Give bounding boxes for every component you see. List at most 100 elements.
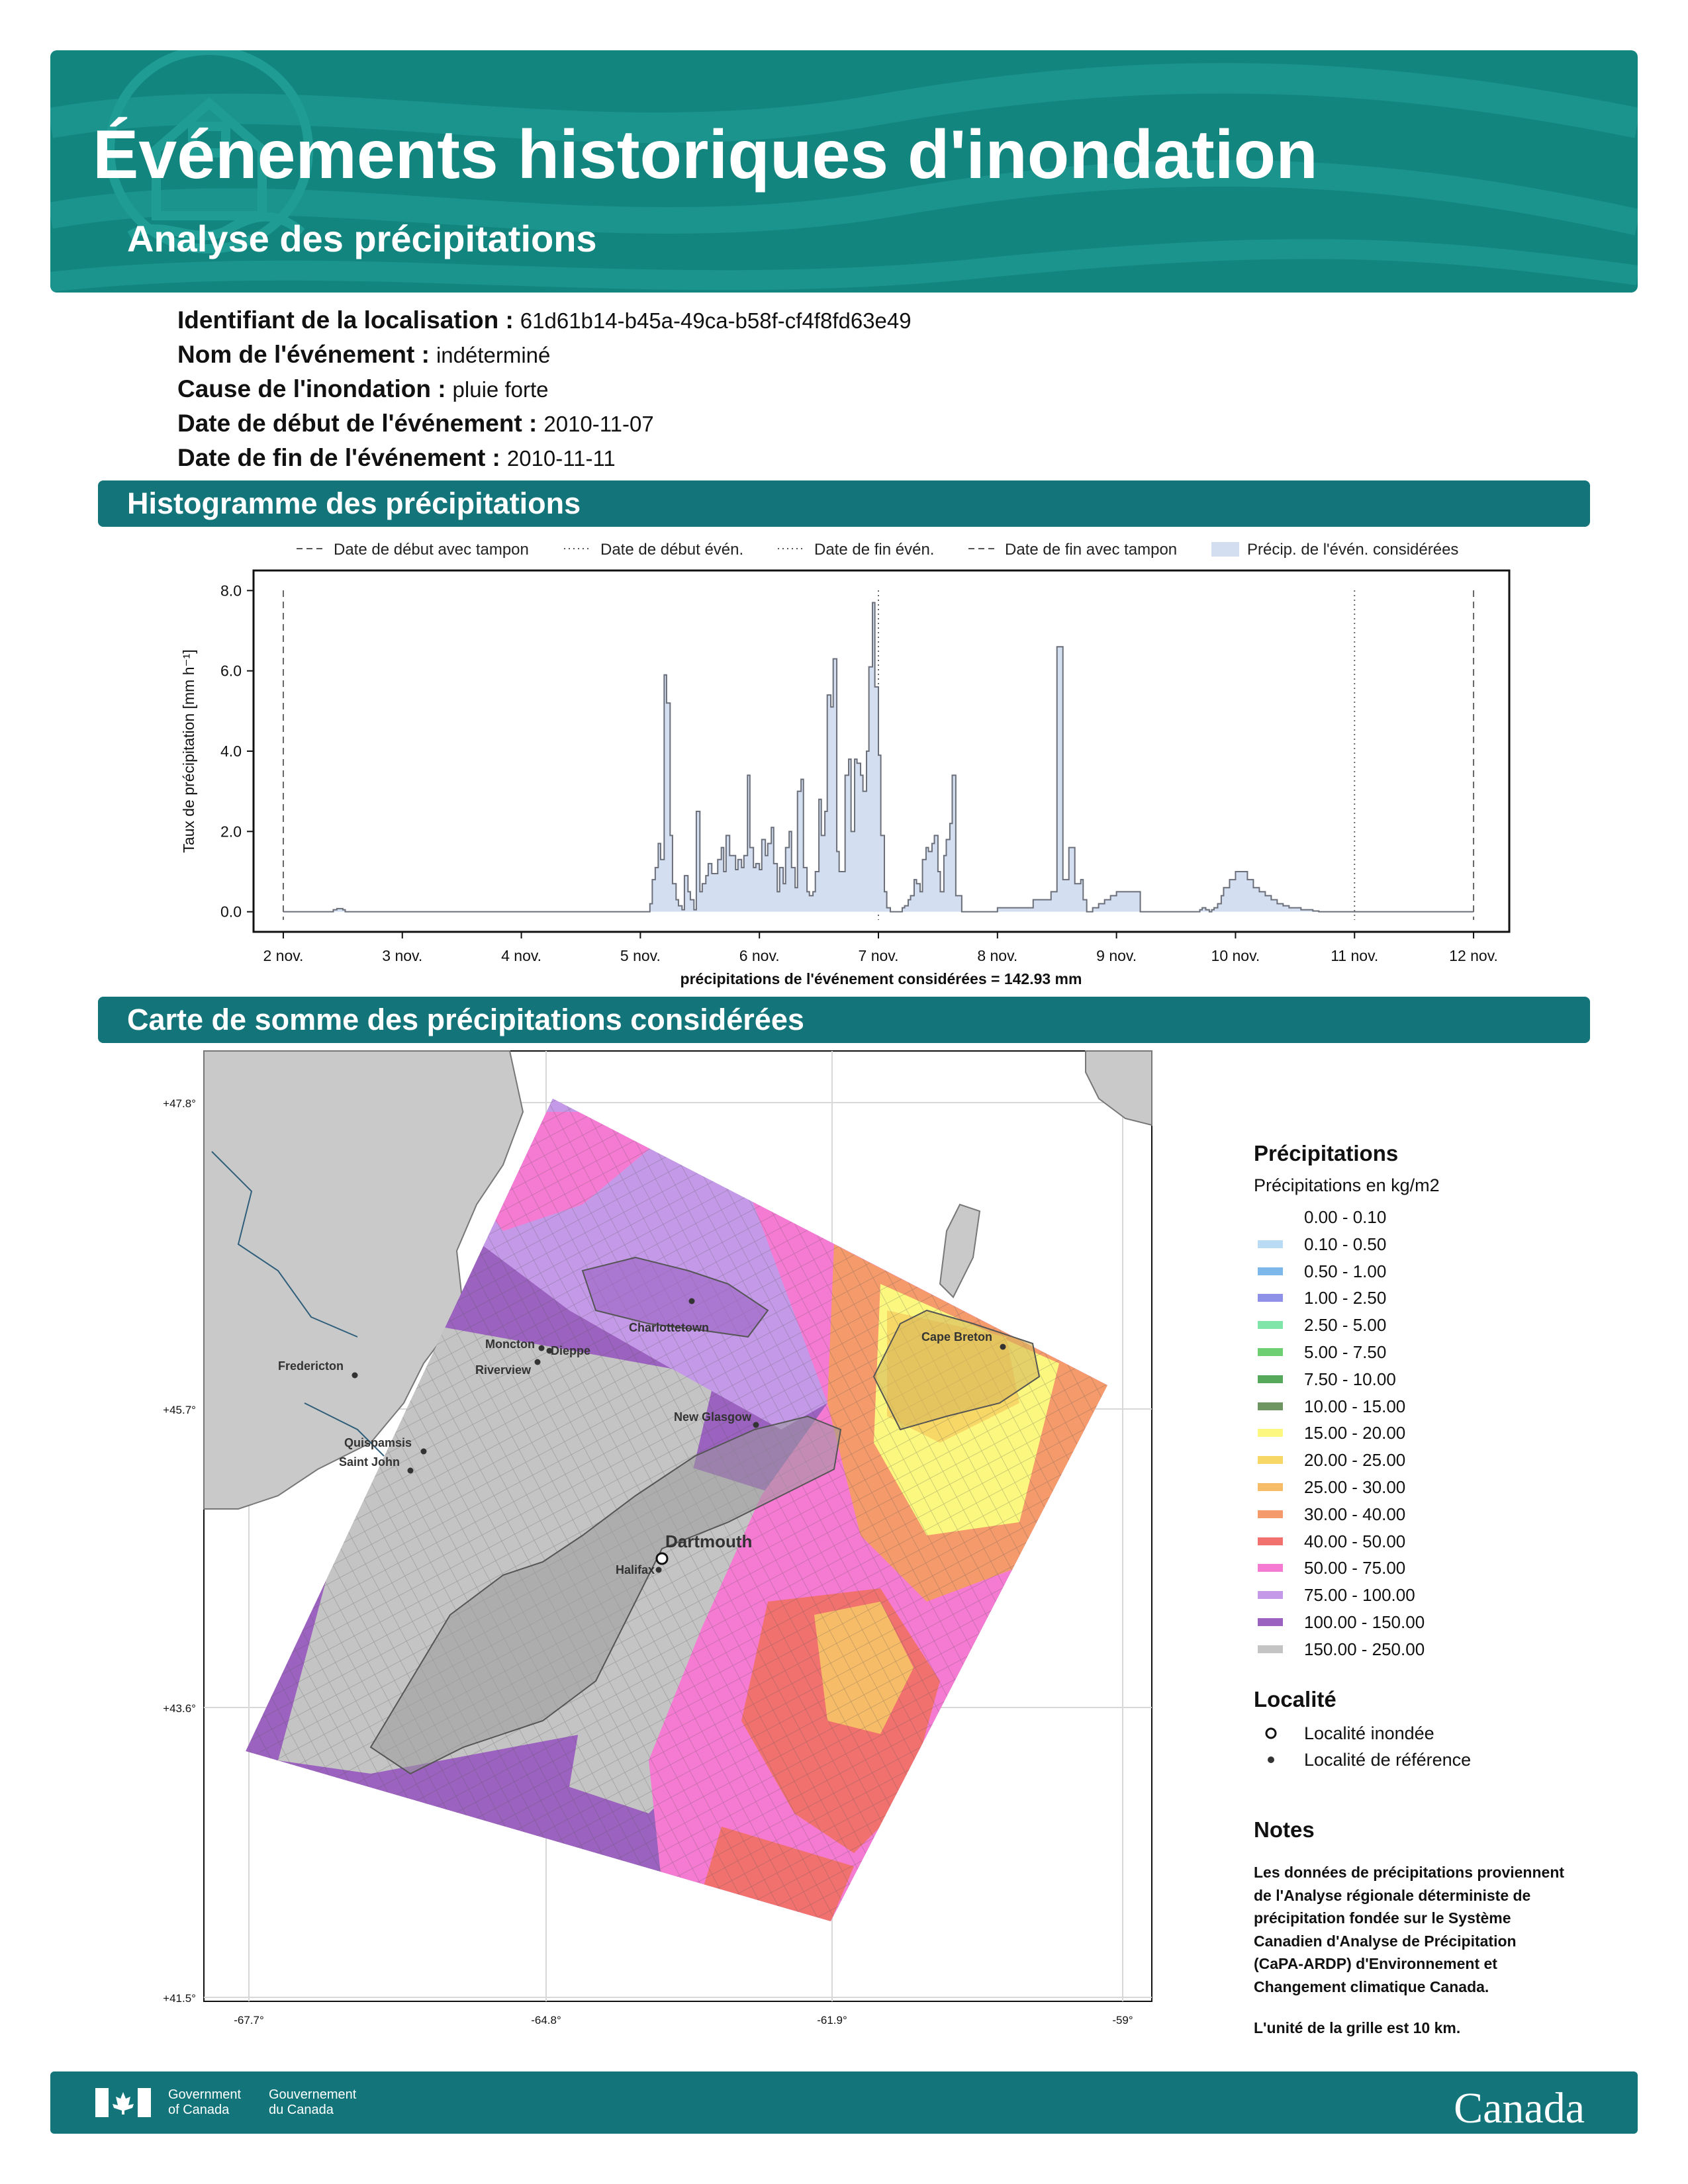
legend-swatch — [1258, 1482, 1283, 1491]
place-label: Cape Breton — [921, 1330, 992, 1343]
map-lat-label: +41.5° — [163, 1992, 196, 2005]
x-tick-label: 11 nov. — [1331, 947, 1378, 964]
x-axis-label: précipitations de l'événement considérée… — [680, 970, 1082, 987]
x-tick-label: 6 nov. — [739, 947, 780, 964]
place-label: New Glasgow — [674, 1410, 752, 1424]
map-lon-label: -64.8° — [531, 2014, 561, 2026]
legend-class-item: 5.00 - 7.50 — [1254, 1339, 1624, 1366]
info-event-name: Nom de l'événement : indéterminé — [177, 341, 551, 368]
place-label: Charlottetown — [629, 1321, 709, 1334]
reference-place-marker — [352, 1372, 358, 1379]
reference-place-marker — [538, 1345, 545, 1351]
map-lat-label: +45.7° — [163, 1404, 196, 1416]
map-legend: Précipitations Précipitations en kg/m2 0… — [1254, 1141, 1624, 1773]
x-tick-label: 5 nov. — [620, 947, 661, 964]
x-tick-label: 10 nov. — [1211, 947, 1260, 964]
reference-place-marker — [534, 1359, 541, 1365]
reference-place-marker — [407, 1467, 414, 1474]
x-tick-label: 8 nov. — [977, 947, 1017, 964]
locality-legend: Localité inondée Localité de référence — [1254, 1720, 1624, 1773]
legend-class-item: 15.00 - 20.00 — [1254, 1420, 1624, 1447]
legend-class-item: 40.00 - 50.00 — [1254, 1528, 1624, 1555]
legend-swatch — [1258, 1294, 1283, 1302]
legend-label-start-buffer: Date de début avec tampon — [334, 541, 529, 559]
legend-label-start-event: Date de début évén. — [600, 541, 743, 559]
x-tick-label: 3 nov. — [382, 947, 422, 964]
place-label: Halifax — [616, 1563, 655, 1576]
reference-place-marker — [1000, 1343, 1006, 1350]
legend-class-item: 0.10 - 0.50 — [1254, 1231, 1624, 1258]
legend-swatch — [1258, 1537, 1283, 1545]
legend-swatch — [1258, 1213, 1283, 1221]
legend-swatch — [1258, 1375, 1283, 1383]
y-tick-label: 2.0 — [220, 823, 242, 840]
legend-subtitle: Précipitations en kg/m2 — [1254, 1175, 1440, 1195]
notes-grid-unit: L'unité de la grille est 10 km. — [1254, 2019, 1461, 2036]
info-end-date: Date de fin de l'événement :2010-11-11 — [177, 444, 616, 471]
legend-swatch — [1258, 1617, 1283, 1626]
place-label: Fredericton — [278, 1359, 344, 1373]
place-label: Riverview — [475, 1363, 532, 1377]
reference-place-marker — [655, 1567, 662, 1573]
x-axis-ticks: 2 nov. 3 nov. 4 nov. 5 nov. 6 nov. 7 nov. 8 no… — [263, 932, 1498, 964]
locality-title: Localité — [1254, 1686, 1336, 1711]
legend-class-item: 100.00 - 150.00 — [1254, 1609, 1624, 1636]
histogram-legend: Date de début avec tampon Date de début … — [297, 541, 1458, 559]
place-label: Dartmouth — [665, 1531, 752, 1551]
legend-class-item: 2.50 - 5.00 — [1254, 1312, 1624, 1339]
legend-swatch — [1258, 1321, 1283, 1330]
canada-wordmark: Canada — [1454, 2084, 1585, 2132]
x-tick-label: 9 nov. — [1096, 947, 1137, 964]
legend-class-item: 25.00 - 30.00 — [1254, 1474, 1624, 1501]
reference-place-marker — [420, 1448, 427, 1455]
reference-locality-icon — [1268, 1756, 1274, 1763]
notes-title: Notes — [1254, 1817, 1315, 1842]
flooded-locality-icon — [1265, 1727, 1277, 1739]
legend-class-item: 1.00 - 2.50 — [1254, 1285, 1624, 1312]
legend-class-item: 75.00 - 100.00 — [1254, 1582, 1624, 1609]
y-axis-ticks: 0.0 2.0 4.0 6.0 8.0 — [220, 582, 254, 921]
legend-class-item: 30.00 - 40.00 — [1254, 1501, 1624, 1528]
event-info: Identifiant de la localisation :61d61b14… — [177, 303, 912, 475]
legend-swatch — [1258, 1429, 1283, 1437]
legend-swatch — [1258, 1510, 1283, 1518]
legend-class-item: 0.00 - 0.10 — [1254, 1204, 1624, 1231]
legend-title: Précipitations — [1254, 1141, 1399, 1165]
reference-place-marker — [753, 1422, 759, 1428]
locality-flooded-item: Localité inondée — [1254, 1720, 1624, 1747]
y-tick-label: 0.0 — [220, 903, 242, 921]
legend-class-item: 7.50 - 10.00 — [1254, 1366, 1624, 1393]
flooded-place-marker — [655, 1552, 669, 1565]
section-histogram-title: Histogramme des précipitations — [98, 480, 1590, 527]
info-flood-cause: Cause de l'inondation : pluie forte — [177, 375, 549, 402]
precipitation-map: Charlottetown Moncton Dieppe Riverview Frede… — [163, 1050, 1152, 2026]
legend-class-item: 20.00 - 25.00 — [1254, 1447, 1624, 1474]
legend-class-item: 0.50 - 1.00 — [1254, 1258, 1624, 1285]
map-lat-label: +47.8° — [163, 1097, 196, 1110]
map-lat-label: +43.6° — [163, 1702, 196, 1715]
notes-text: Les données de précipitations proviennen… — [1254, 1864, 1565, 1995]
legend-swatch — [1258, 1645, 1283, 1653]
notes-panel: Notes Les données de précipitations prov… — [1254, 1817, 1598, 2040]
y-tick-label: 8.0 — [220, 582, 242, 599]
place-label: Saint John — [339, 1455, 400, 1469]
x-tick-label: 4 nov. — [501, 947, 541, 964]
legend-class-item: 10.00 - 15.00 — [1254, 1393, 1624, 1420]
gov-name-fr: Gouvernement du Canada — [269, 2087, 357, 2117]
legend-swatch — [1258, 1564, 1283, 1572]
y-tick-label: 6.0 — [220, 662, 242, 680]
legend-swatch — [1258, 1402, 1283, 1410]
legend-swatch — [1258, 1456, 1283, 1465]
x-tick-label: 2 nov. — [263, 947, 303, 964]
x-tick-label: 7 nov. — [859, 947, 899, 964]
legend-swatch — [1258, 1347, 1283, 1356]
place-label: Dieppe — [551, 1344, 590, 1357]
legend-label-end-event: Date de fin évén. — [814, 541, 934, 559]
page-title: Événements historiques d'inondation — [93, 116, 1318, 193]
reference-place-marker — [688, 1298, 695, 1304]
map-lon-label: -61.9° — [817, 2014, 847, 2026]
map-lon-label: -59° — [1112, 2014, 1133, 2026]
canada-flag-icon — [95, 2088, 151, 2117]
locality-reference-item: Localité de référence — [1254, 1747, 1624, 1773]
legend-swatch-considered — [1211, 542, 1239, 557]
